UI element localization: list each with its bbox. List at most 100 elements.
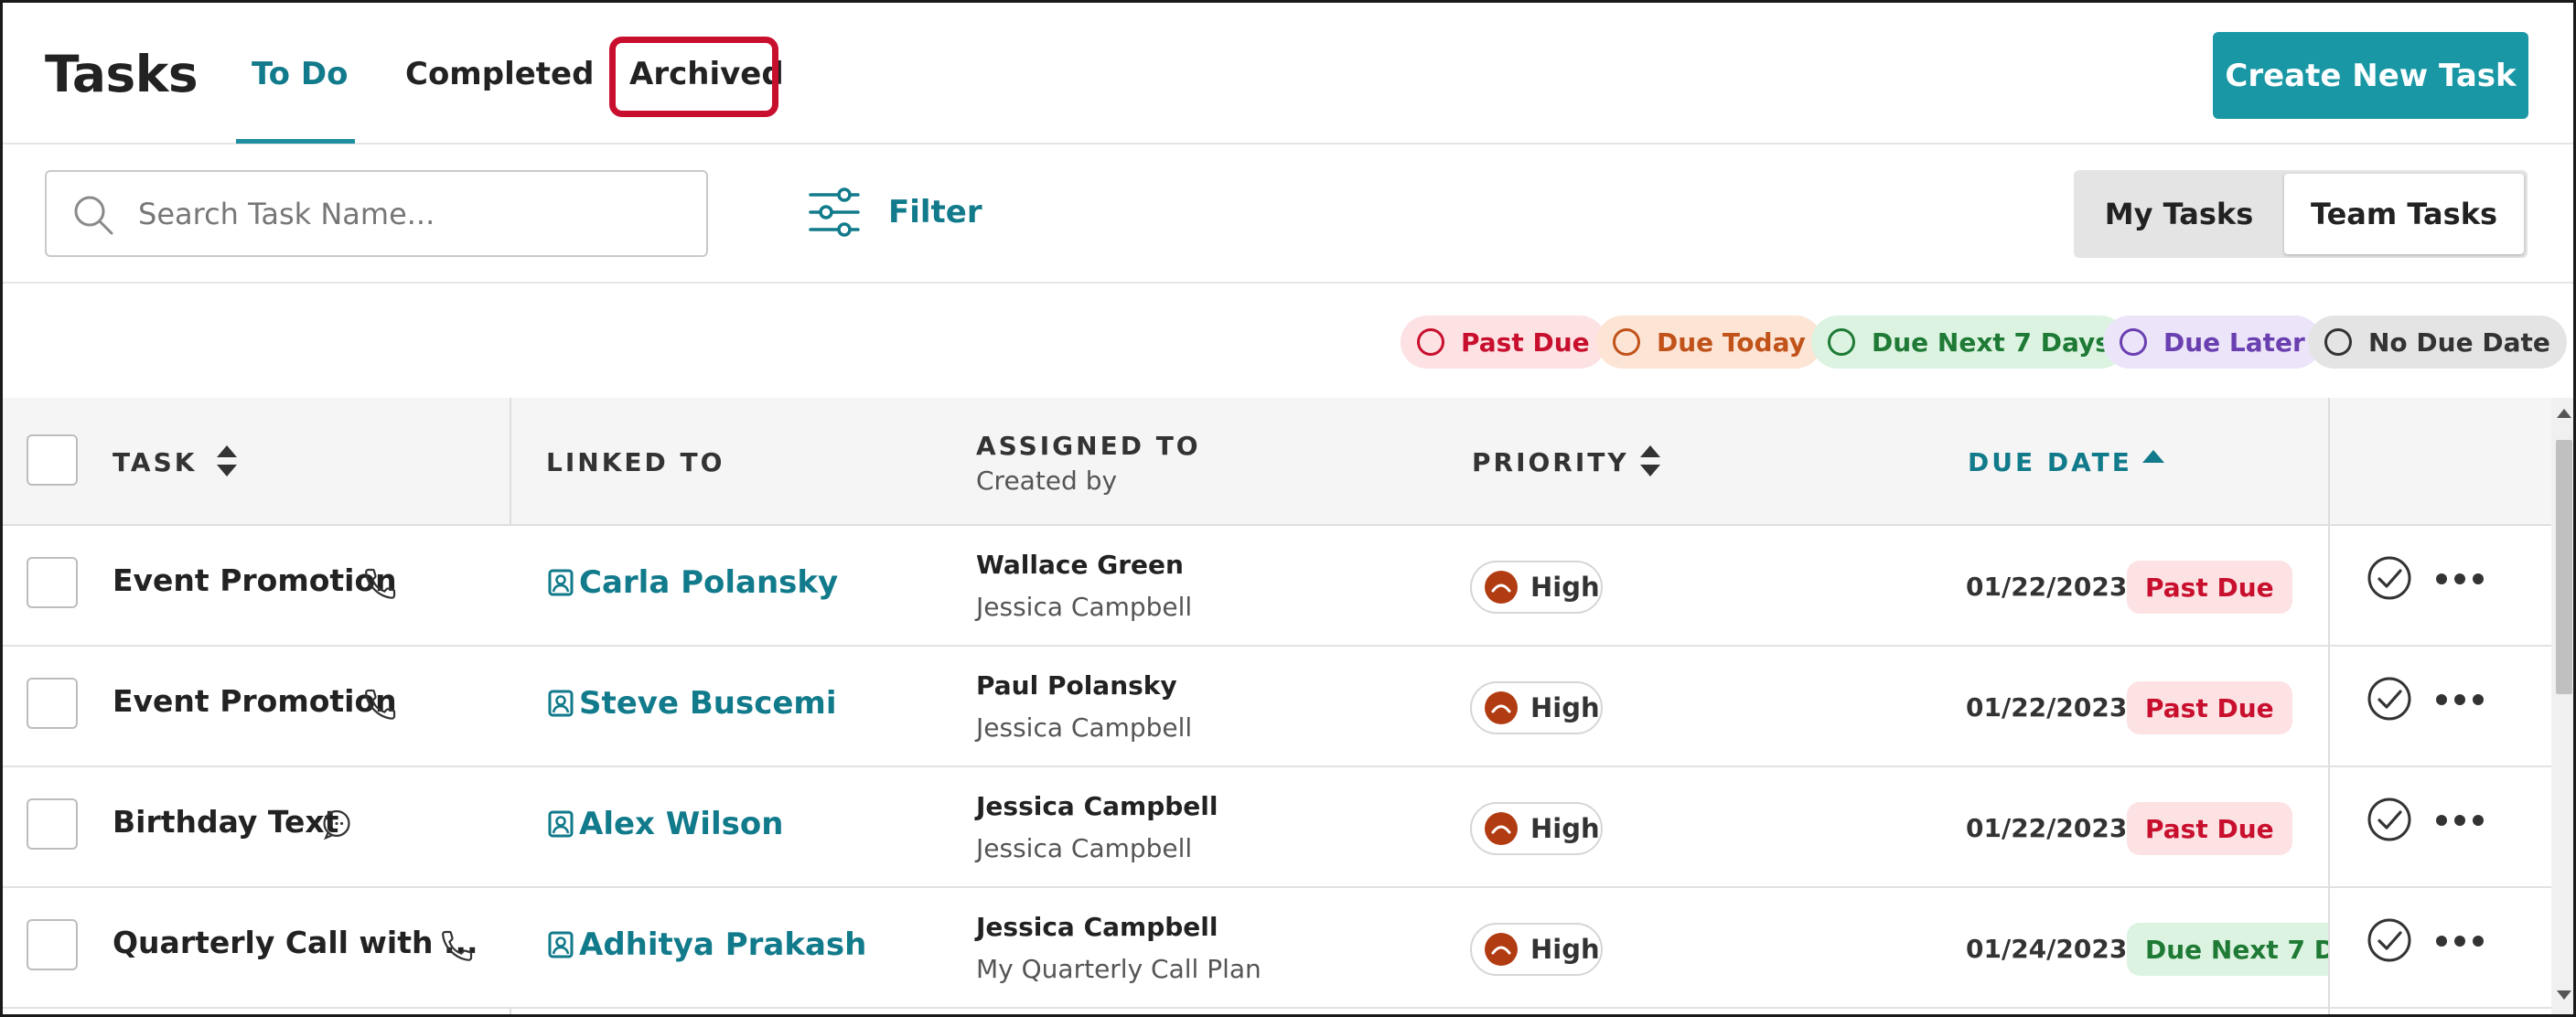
- priority-high-icon: [1485, 571, 1518, 604]
- tab-completed[interactable]: Completed: [405, 56, 594, 92]
- sort-icon[interactable]: [215, 444, 239, 478]
- tasks-window: Tasks To Do Completed Archived Create Ne…: [0, 0, 2576, 1017]
- active-tab-underline: [236, 139, 355, 144]
- scroll-up-arrow-icon[interactable]: [2557, 409, 2571, 418]
- due-date: 01/22/2023: [1966, 692, 2128, 723]
- actions-header: [2330, 398, 2551, 526]
- status-badge: Past Due: [2127, 561, 2292, 614]
- legend-past-due: Past Due: [1401, 316, 1606, 369]
- row-checkbox[interactable]: [27, 557, 78, 608]
- row-divider: [2330, 765, 2551, 767]
- created-by: Jessica Campbell: [976, 833, 1193, 863]
- created-by: My Quarterly Call Plan: [976, 954, 1261, 984]
- column-header-linked-to: LINKED TO: [546, 447, 725, 477]
- contact-icon: [548, 690, 574, 717]
- search-box[interactable]: [45, 170, 708, 257]
- header: Tasks To Do Completed Archived Create Ne…: [3, 3, 2573, 145]
- task-name[interactable]: Birthday Text: [113, 804, 338, 840]
- priority-badge: High: [1470, 561, 1603, 614]
- row-checkbox[interactable]: [27, 678, 78, 729]
- table-row[interactable]: Event Promotion Carla Polansky Wallace G…: [3, 526, 2551, 647]
- complete-task-icon[interactable]: [2367, 555, 2412, 601]
- priority-high-icon: [1485, 812, 1518, 845]
- complete-task-icon[interactable]: [2367, 797, 2412, 842]
- circle-icon: [2324, 328, 2352, 356]
- sort-ascending-icon[interactable]: [2141, 449, 2165, 464]
- task-name[interactable]: Quarterly Call with ...: [113, 925, 478, 960]
- due-date: 01/22/2023: [1966, 572, 2128, 602]
- phone-icon: [365, 568, 396, 599]
- more-options-icon[interactable]: [2434, 690, 2485, 709]
- linked-contact-link[interactable]: Adhitya Prakash: [548, 926, 866, 963]
- status-badge: Past Due: [2127, 681, 2292, 734]
- assigned-to: Jessica Campbell: [976, 912, 1218, 942]
- legend-no-due-date: No Due Date: [2308, 316, 2567, 369]
- my-tasks-toggle[interactable]: My Tasks: [2074, 170, 2284, 258]
- priority-high-icon: [1485, 691, 1518, 724]
- column-subheader-created-by: Created by: [976, 466, 1118, 496]
- complete-task-icon[interactable]: [2367, 917, 2412, 963]
- task-name[interactable]: Event Promotion: [113, 562, 397, 598]
- search-input[interactable]: [138, 174, 687, 254]
- row-divider: [2330, 1007, 2551, 1009]
- column-header-due-date[interactable]: DUE DATE: [1968, 447, 2132, 477]
- tab-to-do[interactable]: To Do: [252, 56, 348, 92]
- column-header-priority[interactable]: PRIORITY: [1472, 447, 1629, 477]
- legend-due-next-7-days: Due Next 7 Days: [1811, 316, 2127, 369]
- contact-icon: [548, 931, 574, 958]
- row-checkbox[interactable]: [27, 798, 78, 850]
- legend-due-later: Due Later: [2103, 316, 2322, 369]
- circle-icon: [1613, 328, 1640, 356]
- more-options-icon[interactable]: [2434, 932, 2485, 950]
- circle-icon: [2120, 328, 2147, 356]
- vertical-scrollbar[interactable]: [2551, 398, 2573, 1014]
- chat-bubble-icon: [323, 809, 350, 840]
- filter-sliders-icon: [809, 187, 860, 237]
- select-all-checkbox[interactable]: [27, 434, 78, 486]
- archived-highlight-box: [609, 37, 778, 117]
- assigned-to: Jessica Campbell: [976, 791, 1218, 821]
- priority-badge: High: [1470, 802, 1603, 855]
- row-checkbox[interactable]: [27, 919, 78, 970]
- scroll-down-arrow-icon[interactable]: [2557, 990, 2571, 1000]
- filter-button[interactable]: Filter: [808, 183, 982, 241]
- row-divider: [2330, 645, 2551, 647]
- priority-badge: High: [1470, 681, 1603, 734]
- more-options-icon[interactable]: [2434, 570, 2485, 588]
- circle-icon: [1417, 328, 1444, 356]
- toolbar: Filter My Tasks Team Tasks: [3, 145, 2573, 284]
- task-scope-toggle: My Tasks Team Tasks: [2074, 170, 2528, 258]
- assigned-to: Wallace Green: [976, 550, 1184, 580]
- table-row[interactable]: Event Promotion Steve Buscemi Paul Polan…: [3, 647, 2551, 767]
- search-icon: [74, 196, 113, 235]
- task-name[interactable]: Event Promotion: [113, 683, 397, 719]
- column-divider: [2328, 398, 2330, 1014]
- priority-high-icon: [1485, 933, 1518, 966]
- table-header: TASK LINKED TO ASSIGNED TO Created by PR…: [3, 398, 2551, 526]
- status-badge: Past Due: [2127, 802, 2292, 855]
- more-options-icon[interactable]: [2434, 811, 2485, 830]
- due-date: 01/24/2023: [1966, 934, 2128, 964]
- linked-contact-link[interactable]: Alex Wilson: [548, 806, 783, 842]
- scrollbar-thumb[interactable]: [2556, 440, 2572, 694]
- complete-task-icon[interactable]: [2367, 676, 2412, 722]
- row-divider: [2330, 886, 2551, 888]
- page-title: Tasks: [45, 45, 199, 103]
- filter-label: Filter: [888, 194, 982, 230]
- circle-icon: [1828, 328, 1855, 356]
- column-header-assigned-to: ASSIGNED TO: [976, 431, 1201, 461]
- create-new-task-button[interactable]: Create New Task: [2213, 32, 2528, 119]
- contact-icon: [548, 810, 574, 838]
- column-header-task[interactable]: TASK: [113, 447, 197, 477]
- table-row[interactable]: Birthday Text Alex Wilson Jessica Campbe…: [3, 767, 2551, 888]
- team-tasks-toggle[interactable]: Team Tasks: [2284, 174, 2524, 254]
- legend-due-today: Due Today: [1596, 316, 1822, 369]
- phone-icon: [365, 689, 396, 720]
- linked-contact-link[interactable]: Steve Buscemi: [548, 685, 837, 722]
- contact-icon: [548, 569, 574, 596]
- phone-icon: [442, 930, 473, 961]
- due-date: 01/22/2023: [1966, 813, 2128, 843]
- table-row[interactable]: Quarterly Call with ... Adhitya Prakash …: [3, 888, 2551, 1009]
- sort-icon[interactable]: [1638, 444, 1662, 478]
- linked-contact-link[interactable]: Carla Polansky: [548, 564, 838, 601]
